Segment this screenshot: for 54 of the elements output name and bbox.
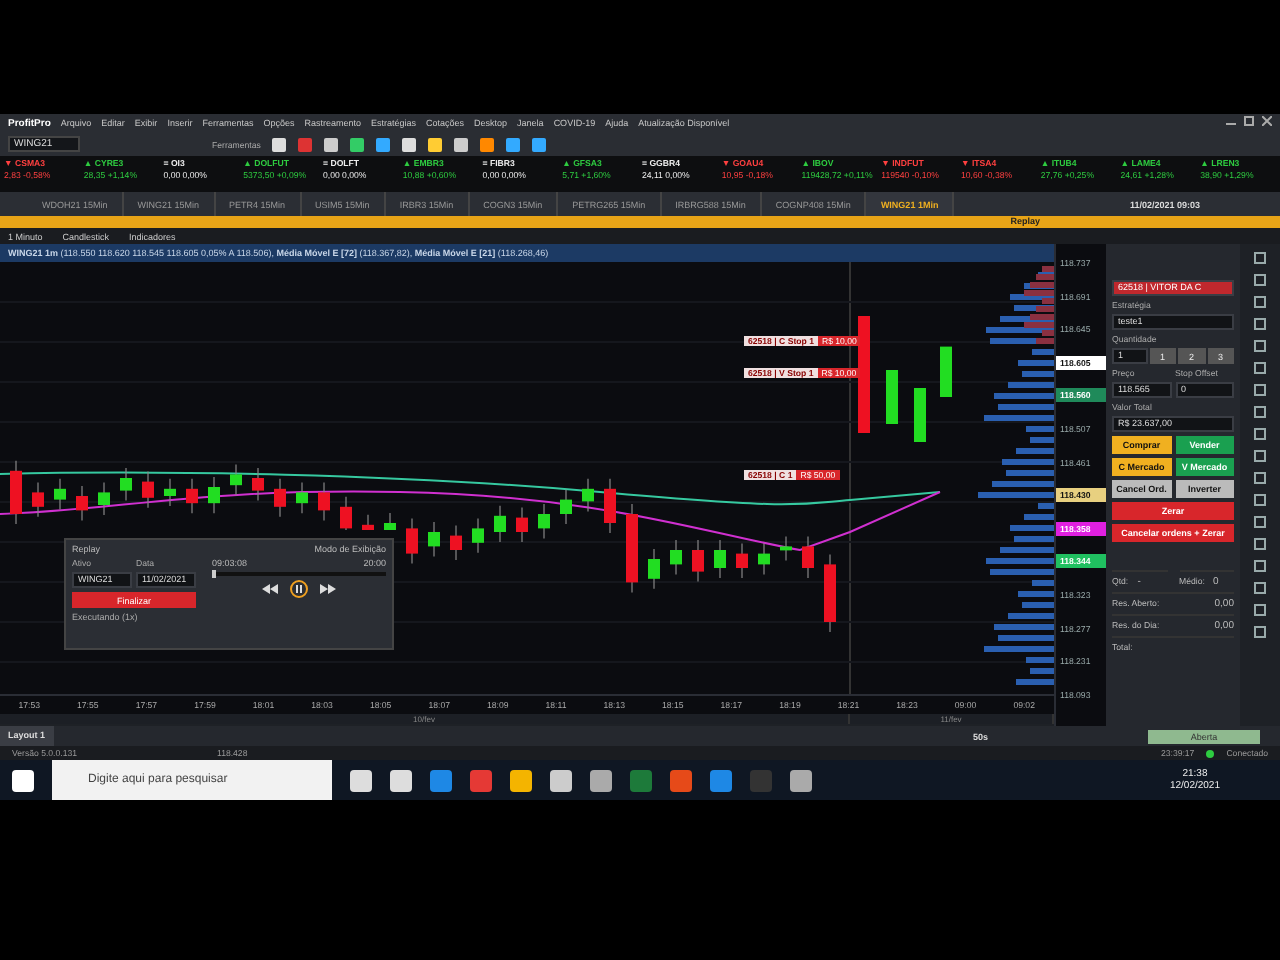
candle [736,543,748,579]
candle [648,548,660,590]
candle [670,539,682,575]
taskbar-app-icon[interactable] [350,769,372,791]
candle [208,476,220,514]
candle [940,346,952,397]
candle [98,481,110,516]
candle [780,535,792,561]
candle [54,478,66,511]
candle [230,463,242,496]
candle [120,467,132,502]
candle [538,503,550,539]
candle [10,460,22,525]
status-dot-icon [1206,749,1215,757]
candle [362,514,374,531]
candle [340,496,352,531]
candle [472,517,484,554]
candle [824,553,836,633]
candle [296,481,308,514]
candle [450,525,462,561]
taskbar-app-icon[interactable] [790,769,812,791]
candle [76,485,88,521]
candle [886,370,898,424]
candle [494,505,506,543]
candle [274,478,286,518]
candle [858,316,870,433]
candle [802,535,814,579]
candle [560,489,572,525]
candle [914,388,926,442]
candle [714,539,726,579]
candle [252,467,264,502]
candle [164,478,176,507]
candle [142,471,154,509]
pause-icon[interactable] [290,580,308,598]
candle [516,507,528,543]
taskbar-app-icon[interactable] [390,769,412,791]
candle [626,503,638,593]
candle [406,517,418,565]
candle [384,512,396,531]
candle [32,481,44,518]
candle [186,478,198,514]
candle [428,521,440,557]
taskbar-app-icon[interactable] [510,769,532,791]
taskbar-app-icon[interactable] [590,769,612,791]
fast-forward-icon[interactable] [320,584,336,594]
candle [758,543,770,575]
close-icon[interactable] [1262,116,1272,126]
candle [604,478,616,534]
maximize-icon[interactable] [1244,116,1254,126]
candle [318,481,330,521]
candle [582,478,594,512]
rewind-icon[interactable] [262,584,278,594]
candle [692,539,704,583]
taskbar-app-icon[interactable] [550,769,572,791]
